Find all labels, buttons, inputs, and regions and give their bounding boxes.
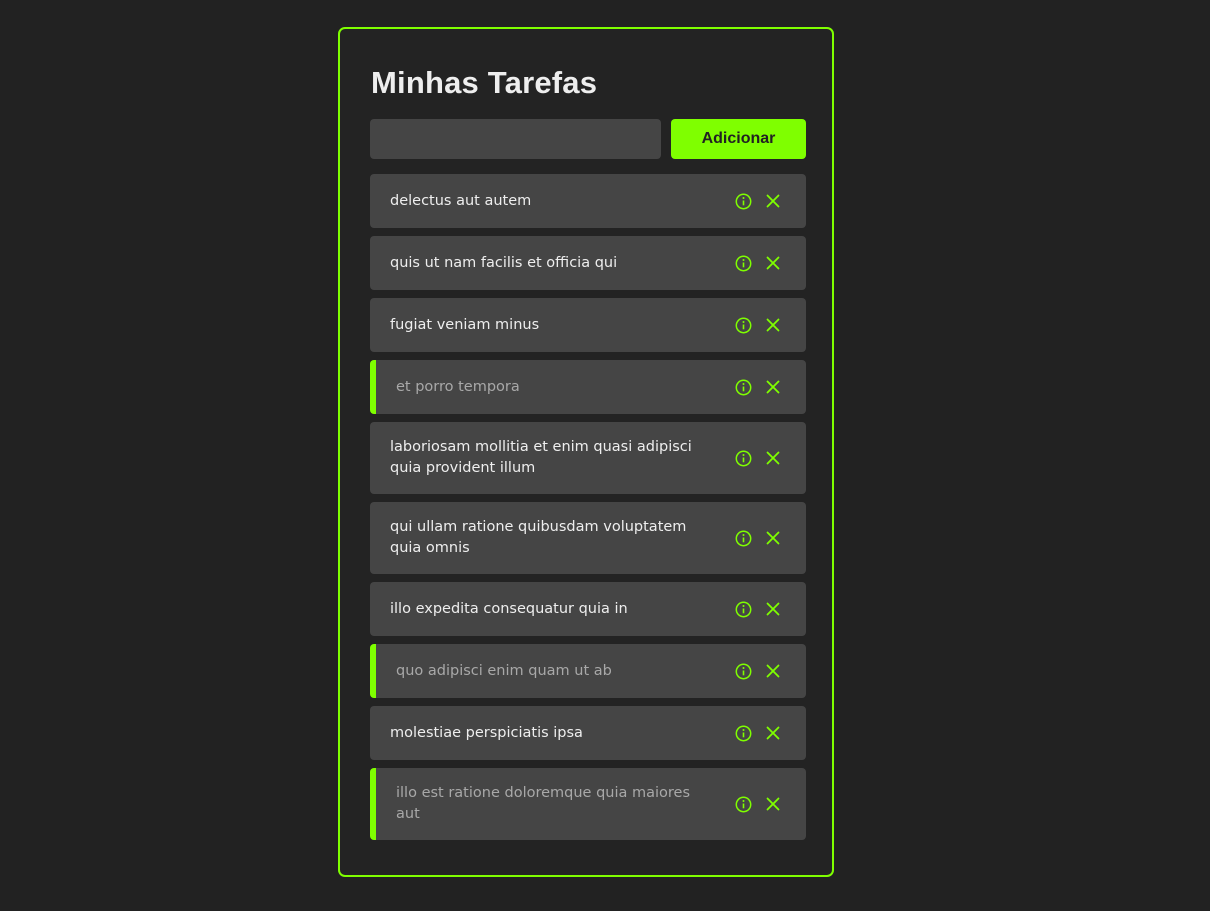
- task-item[interactable]: illo est ratione doloremque quia maiores…: [370, 768, 806, 840]
- close-icon[interactable]: [764, 192, 782, 210]
- task-actions: [734, 600, 782, 618]
- info-icon[interactable]: [734, 529, 752, 547]
- task-actions: [734, 449, 782, 467]
- close-icon[interactable]: [764, 378, 782, 396]
- info-icon[interactable]: [734, 795, 752, 813]
- close-icon[interactable]: [764, 254, 782, 272]
- new-task-input[interactable]: [370, 119, 661, 159]
- task-text: laboriosam mollitia et enim quasi adipis…: [390, 439, 692, 476]
- task-item[interactable]: delectus aut autem: [370, 174, 806, 228]
- task-actions: [734, 254, 782, 272]
- task-item[interactable]: et porro tempora: [370, 360, 806, 414]
- task-actions: [734, 724, 782, 742]
- close-icon[interactable]: [764, 662, 782, 680]
- todo-panel: Minhas Tarefas Adicionar delectus aut au…: [338, 27, 834, 877]
- info-icon[interactable]: [734, 316, 752, 334]
- task-item[interactable]: quis ut nam facilis et officia qui: [370, 236, 806, 290]
- task-item[interactable]: quo adipisci enim quam ut ab: [370, 644, 806, 698]
- info-icon[interactable]: [734, 449, 752, 467]
- close-icon[interactable]: [764, 724, 782, 742]
- close-icon[interactable]: [764, 316, 782, 334]
- task-actions: [734, 192, 782, 210]
- task-actions: [734, 316, 782, 334]
- info-icon[interactable]: [734, 192, 752, 210]
- task-item[interactable]: molestiae perspiciatis ipsa: [370, 706, 806, 760]
- task-text: illo expedita consequatur quia in: [390, 600, 628, 617]
- info-icon[interactable]: [734, 378, 752, 396]
- task-actions: [734, 662, 782, 680]
- task-text: delectus aut autem: [390, 192, 532, 209]
- task-text: qui ullam ratione quibusdam voluptatem q…: [390, 519, 687, 556]
- close-icon[interactable]: [764, 600, 782, 618]
- task-actions: [734, 529, 782, 547]
- task-text: quo adipisci enim quam ut ab: [396, 662, 612, 679]
- task-actions: [734, 795, 782, 813]
- page-title: Minhas Tarefas: [371, 65, 598, 100]
- task-list: delectus aut autem quis ut nam facilis et…: [370, 174, 806, 848]
- task-text: et porro tempora: [396, 378, 520, 395]
- close-icon[interactable]: [764, 449, 782, 467]
- task-item[interactable]: laboriosam mollitia et enim quasi adipis…: [370, 422, 806, 494]
- task-item[interactable]: qui ullam ratione quibusdam voluptatem q…: [370, 502, 806, 574]
- info-icon[interactable]: [734, 662, 752, 680]
- task-actions: [734, 378, 782, 396]
- info-icon[interactable]: [734, 724, 752, 742]
- info-icon[interactable]: [734, 254, 752, 272]
- close-icon[interactable]: [764, 795, 782, 813]
- task-item[interactable]: fugiat veniam minus: [370, 298, 806, 352]
- task-text: molestiae perspiciatis ipsa: [390, 724, 583, 741]
- task-item[interactable]: illo expedita consequatur quia in: [370, 582, 806, 636]
- task-text: illo est ratione doloremque quia maiores…: [396, 785, 691, 822]
- info-icon[interactable]: [734, 600, 752, 618]
- task-text: fugiat veniam minus: [390, 316, 540, 333]
- task-text: quis ut nam facilis et officia qui: [390, 254, 618, 271]
- add-task-button[interactable]: Adicionar: [671, 119, 806, 159]
- close-icon[interactable]: [764, 529, 782, 547]
